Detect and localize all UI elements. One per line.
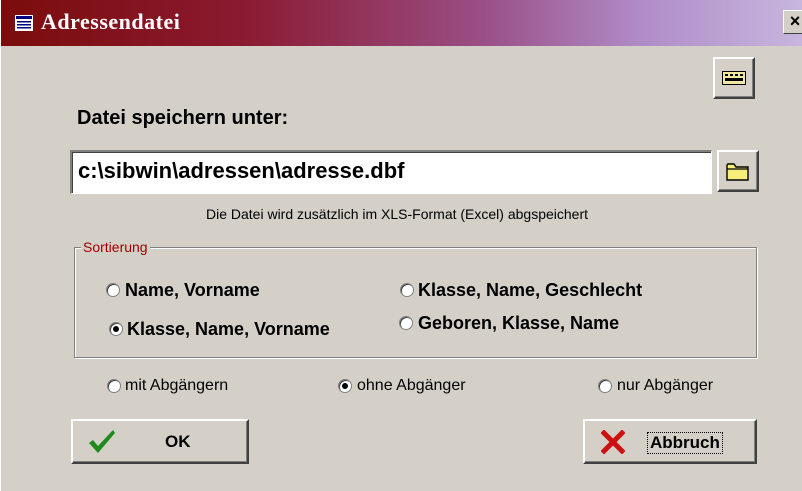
ok-button[interactable]: OK [71, 419, 249, 464]
radio-label-ohne-abgaenger[interactable]: ohne Abgänger [357, 377, 466, 395]
file-path-input[interactable]: c:\sibwin\adressen\adresse.dbf [70, 150, 712, 194]
radio-mit-abgaengern[interactable] [107, 379, 121, 393]
keyboard-icon [722, 71, 746, 85]
cancel-label: Abbruch [647, 432, 723, 454]
radio-nur-abgaenger[interactable] [598, 379, 612, 393]
radio-label-geboren-klasse-name[interactable]: Geboren, Klasse, Name [418, 313, 619, 334]
cancel-button[interactable]: Abbruch [583, 419, 757, 464]
radio-klasse-name-vorname[interactable] [109, 322, 123, 336]
x-cross-icon [601, 430, 625, 454]
save-as-label: Datei speichern unter: [77, 107, 289, 129]
radio-label-nur-abgaenger[interactable]: nur Abgänger [617, 377, 713, 395]
window-title: Adressendatei [41, 9, 181, 34]
radio-klasse-name-geschlecht[interactable] [400, 283, 414, 297]
ok-label: OK [165, 432, 191, 451]
radio-label-name-vorname[interactable]: Name, Vorname [125, 280, 260, 301]
radio-label-klasse-name-vorname[interactable]: Klasse, Name, Vorname [127, 319, 330, 340]
close-icon: × [789, 11, 801, 31]
format-note: Die Datei wird zusätzlich im XLS-Format … [205, 206, 588, 222]
radio-geboren-klasse-name[interactable] [399, 316, 413, 330]
title-bar[interactable]: Adressendatei × [1, 0, 802, 46]
close-button[interactable]: × [783, 10, 802, 34]
radio-name-vorname[interactable] [106, 283, 120, 297]
sorting-legend: Sortierung [81, 239, 150, 255]
checkmark-icon [89, 430, 115, 453]
radio-ohne-abgaenger[interactable] [338, 379, 352, 393]
sorting-groupbox [74, 247, 757, 358]
browse-folder-button[interactable] [717, 150, 759, 192]
window-menu-icon[interactable] [15, 15, 33, 31]
folder-icon [726, 163, 749, 181]
keyboard-button[interactable] [713, 57, 755, 99]
dialog-window: Adressendatei × Datei speichern unter: c… [0, 0, 802, 491]
radio-label-klasse-name-geschlecht[interactable]: Klasse, Name, Geschlecht [418, 280, 642, 301]
radio-label-mit-abgaengern[interactable]: mit Abgängern [125, 377, 228, 395]
